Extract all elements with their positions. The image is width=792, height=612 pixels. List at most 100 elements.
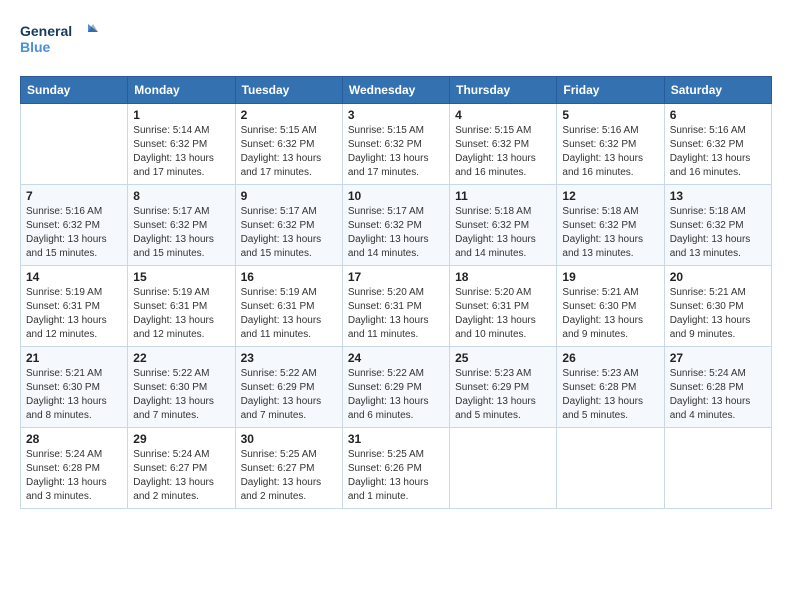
day-number: 29: [133, 432, 229, 446]
calendar-cell: 18 Sunrise: 5:20 AMSunset: 6:31 PMDayligh…: [450, 266, 557, 347]
calendar-cell: 17Sunrise: 5:20 AMSunset: 6:31 PMDayligh…: [342, 266, 449, 347]
calendar-week: 28 Sunrise: 5:24 AMSunset: 6:28 PMDayligh…: [21, 428, 772, 509]
day-info: Sunrise: 5:16 AMSunset: 6:32 PMDaylight:…: [562, 124, 658, 180]
calendar-cell: 31Sunrise: 5:25 AMSunset: 6:26 PMDayligh…: [342, 428, 449, 509]
day-number: 23: [241, 351, 337, 365]
day-info: Sunrise: 5:18 AMSunset: 6:32 PMDaylight:…: [455, 205, 551, 261]
calendar-cell: 1Sunrise: 5:14 AMSunset: 6:32 PMDaylight…: [128, 104, 235, 185]
calendar-header: SundayMondayTuesdayWednesdayThursdayFrid…: [21, 77, 772, 104]
calendar-cell: 8 Sunrise: 5:17 AMSunset: 6:32 PMDaylight…: [128, 185, 235, 266]
day-number: 1: [133, 108, 229, 122]
page-header: GeneralBlue: [20, 20, 772, 60]
day-number: 16: [241, 270, 337, 284]
day-info: Sunrise: 5:16 AMSunset: 6:32 PMDaylight:…: [670, 124, 766, 180]
calendar-cell: 16 Sunrise: 5:19 AMSunset: 6:31 PMDayligh…: [235, 266, 342, 347]
calendar-cell: 19 Sunrise: 5:21 AMSunset: 6:30 PMDayligh…: [557, 266, 664, 347]
day-info: Sunrise: 5:15 AMSunset: 6:32 PMDaylight:…: [348, 124, 444, 180]
calendar-cell: 11Sunrise: 5:18 AMSunset: 6:32 PMDayligh…: [450, 185, 557, 266]
calendar-body: 1Sunrise: 5:14 AMSunset: 6:32 PMDaylight…: [21, 104, 772, 509]
day-number: 6: [670, 108, 766, 122]
day-number: 19: [562, 270, 658, 284]
day-number: 18: [455, 270, 551, 284]
day-info: Sunrise: 5:25 AMSunset: 6:26 PMDaylight:…: [348, 448, 444, 504]
day-info: Sunrise: 5:15 AMSunset: 6:32 PMDaylight:…: [241, 124, 337, 180]
weekday-header: Thursday: [450, 77, 557, 104]
day-info: Sunrise: 5:18 AMSunset: 6:32 PMDaylight:…: [562, 205, 658, 261]
day-info: Sunrise: 5:19 AMSunset: 6:31 PMDaylight:…: [133, 286, 229, 342]
weekday-header: Monday: [128, 77, 235, 104]
weekday-header: Tuesday: [235, 77, 342, 104]
calendar-week: 14 Sunrise: 5:19 AMSunset: 6:31 PMDayligh…: [21, 266, 772, 347]
calendar-cell: 15 Sunrise: 5:19 AMSunset: 6:31 PMDayligh…: [128, 266, 235, 347]
day-number: 30: [241, 432, 337, 446]
calendar-table: SundayMondayTuesdayWednesdayThursdayFrid…: [20, 76, 772, 509]
weekday-header: Wednesday: [342, 77, 449, 104]
day-number: 8: [133, 189, 229, 203]
calendar-cell: 4 Sunrise: 5:15 AMSunset: 6:32 PMDaylight…: [450, 104, 557, 185]
calendar-cell: [21, 104, 128, 185]
day-number: 21: [26, 351, 122, 365]
day-info: Sunrise: 5:18 AMSunset: 6:32 PMDaylight:…: [670, 205, 766, 261]
day-info: Sunrise: 5:20 AMSunset: 6:31 PMDaylight:…: [455, 286, 551, 342]
day-info: Sunrise: 5:22 AMSunset: 6:29 PMDaylight:…: [348, 367, 444, 423]
day-number: 14: [26, 270, 122, 284]
calendar-cell: 28 Sunrise: 5:24 AMSunset: 6:28 PMDayligh…: [21, 428, 128, 509]
day-info: Sunrise: 5:15 AMSunset: 6:32 PMDaylight:…: [455, 124, 551, 180]
logo-svg: GeneralBlue: [20, 20, 110, 60]
calendar-cell: 29 Sunrise: 5:24 AMSunset: 6:27 PMDayligh…: [128, 428, 235, 509]
day-number: 5: [562, 108, 658, 122]
day-number: 22: [133, 351, 229, 365]
calendar-cell: [664, 428, 771, 509]
header-row: SundayMondayTuesdayWednesdayThursdayFrid…: [21, 77, 772, 104]
calendar-cell: 14 Sunrise: 5:19 AMSunset: 6:31 PMDayligh…: [21, 266, 128, 347]
day-number: 3: [348, 108, 444, 122]
day-number: 24: [348, 351, 444, 365]
day-number: 12: [562, 189, 658, 203]
day-number: 20: [670, 270, 766, 284]
day-info: Sunrise: 5:23 AMSunset: 6:29 PMDaylight:…: [455, 367, 551, 423]
day-number: 15: [133, 270, 229, 284]
calendar-cell: 25Sunrise: 5:23 AMSunset: 6:29 PMDayligh…: [450, 347, 557, 428]
day-number: 10: [348, 189, 444, 203]
day-info: Sunrise: 5:25 AMSunset: 6:27 PMDaylight:…: [241, 448, 337, 504]
calendar-cell: 3 Sunrise: 5:15 AMSunset: 6:32 PMDaylight…: [342, 104, 449, 185]
day-number: 27: [670, 351, 766, 365]
calendar-cell: 21 Sunrise: 5:21 AMSunset: 6:30 PMDayligh…: [21, 347, 128, 428]
day-info: Sunrise: 5:17 AMSunset: 6:32 PMDaylight:…: [348, 205, 444, 261]
day-info: Sunrise: 5:21 AMSunset: 6:30 PMDaylight:…: [670, 286, 766, 342]
day-info: Sunrise: 5:19 AMSunset: 6:31 PMDaylight:…: [26, 286, 122, 342]
calendar-cell: 12 Sunrise: 5:18 AMSunset: 6:32 PMDayligh…: [557, 185, 664, 266]
calendar-cell: 22 Sunrise: 5:22 AMSunset: 6:30 PMDayligh…: [128, 347, 235, 428]
day-number: 9: [241, 189, 337, 203]
weekday-header: Friday: [557, 77, 664, 104]
calendar-week: 7Sunrise: 5:16 AMSunset: 6:32 PMDaylight…: [21, 185, 772, 266]
day-info: Sunrise: 5:17 AMSunset: 6:32 PMDaylight:…: [241, 205, 337, 261]
calendar-cell: [557, 428, 664, 509]
day-info: Sunrise: 5:21 AMSunset: 6:30 PMDaylight:…: [26, 367, 122, 423]
calendar-cell: [450, 428, 557, 509]
calendar-cell: 10 Sunrise: 5:17 AMSunset: 6:32 PMDayligh…: [342, 185, 449, 266]
weekday-header: Saturday: [664, 77, 771, 104]
day-info: Sunrise: 5:21 AMSunset: 6:30 PMDaylight:…: [562, 286, 658, 342]
calendar-cell: 7Sunrise: 5:16 AMSunset: 6:32 PMDaylight…: [21, 185, 128, 266]
day-info: Sunrise: 5:22 AMSunset: 6:29 PMDaylight:…: [241, 367, 337, 423]
day-number: 2: [241, 108, 337, 122]
day-info: Sunrise: 5:17 AMSunset: 6:32 PMDaylight:…: [133, 205, 229, 261]
calendar-cell: 30 Sunrise: 5:25 AMSunset: 6:27 PMDayligh…: [235, 428, 342, 509]
calendar-cell: 5 Sunrise: 5:16 AMSunset: 6:32 PMDaylight…: [557, 104, 664, 185]
day-info: Sunrise: 5:24 AMSunset: 6:27 PMDaylight:…: [133, 448, 229, 504]
calendar-cell: 23 Sunrise: 5:22 AMSunset: 6:29 PMDayligh…: [235, 347, 342, 428]
calendar-cell: 6 Sunrise: 5:16 AMSunset: 6:32 PMDaylight…: [664, 104, 771, 185]
calendar-cell: 26Sunrise: 5:23 AMSunset: 6:28 PMDayligh…: [557, 347, 664, 428]
day-number: 28: [26, 432, 122, 446]
day-number: 13: [670, 189, 766, 203]
calendar-cell: 24 Sunrise: 5:22 AMSunset: 6:29 PMDayligh…: [342, 347, 449, 428]
day-info: Sunrise: 5:24 AMSunset: 6:28 PMDaylight:…: [26, 448, 122, 504]
day-info: Sunrise: 5:19 AMSunset: 6:31 PMDaylight:…: [241, 286, 337, 342]
day-number: 7: [26, 189, 122, 203]
calendar-cell: 9 Sunrise: 5:17 AMSunset: 6:32 PMDaylight…: [235, 185, 342, 266]
day-info: Sunrise: 5:22 AMSunset: 6:30 PMDaylight:…: [133, 367, 229, 423]
calendar-week: 1Sunrise: 5:14 AMSunset: 6:32 PMDaylight…: [21, 104, 772, 185]
day-number: 4: [455, 108, 551, 122]
day-info: Sunrise: 5:23 AMSunset: 6:28 PMDaylight:…: [562, 367, 658, 423]
